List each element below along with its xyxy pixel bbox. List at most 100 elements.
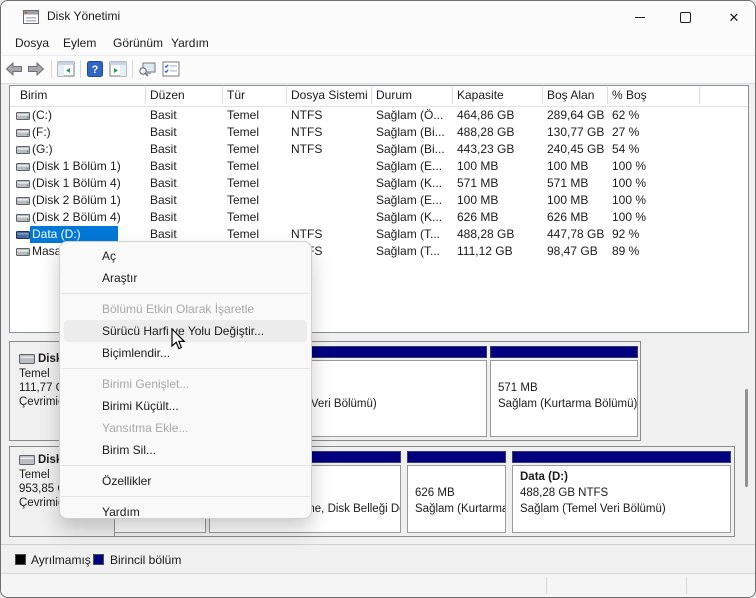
maximize-button[interactable] [663, 1, 707, 33]
col-header-durum[interactable]: Durum [376, 88, 412, 102]
disk-icon [19, 354, 35, 364]
show-action-pane-icon[interactable] [109, 60, 127, 78]
back-icon[interactable] [5, 60, 23, 78]
volume-capacity: 464,86 GB [457, 108, 514, 122]
menu-item-help[interactable]: Yardım [64, 501, 307, 523]
volume-status: Sağlam (E... [376, 193, 442, 207]
volume-type: Temel [227, 108, 259, 122]
volume-status: Sağlam (K... [376, 176, 442, 190]
volume-status: Sağlam (K... [376, 210, 442, 224]
menu-bar: Dosya Eylem Görünüm Yardım [1, 33, 755, 56]
menu-item-delete-volume[interactable]: Birim Sil... [64, 439, 307, 461]
menu-help[interactable]: Yardım [171, 36, 209, 50]
disk1-partition-3[interactable]: 571 MB Sağlam (Kurtarma Bölümü) [490, 346, 638, 437]
volume-free: 289,64 GB [547, 108, 604, 122]
table-row[interactable]: (Disk 2 Bölüm 4) Basit Temel Sağlam (K..… [10, 209, 748, 226]
status-divider [686, 577, 687, 594]
partition-line: Sağlam (Kurtarma Bölümü) [498, 398, 637, 410]
column-divider[interactable] [452, 87, 453, 104]
minimize-icon [635, 17, 645, 18]
rescan-disks-icon[interactable] [138, 60, 156, 78]
volume-name: (C:) [32, 108, 52, 122]
volume-free: 626 MB [547, 210, 588, 224]
menu-item-mark-partition-active: Bölümü Etkin Olarak İşaretle [64, 298, 307, 320]
column-divider[interactable] [699, 87, 700, 104]
volume-icon [16, 213, 30, 223]
col-header-duzen[interactable]: Düzen [150, 88, 185, 102]
volume-pct-free: 89 % [612, 244, 639, 258]
volume-status: Sağlam (Ö... [376, 108, 443, 122]
volume-name: (G:) [32, 142, 53, 156]
menu-separator [61, 465, 310, 466]
col-header-birim[interactable]: Birim [20, 88, 47, 102]
volume-pct-free: 54 % [612, 142, 639, 156]
properties-icon[interactable] [162, 60, 180, 78]
col-header-dosya[interactable]: Dosya Sistemi [291, 88, 368, 102]
volume-icon [16, 111, 30, 121]
close-button[interactable]: ✕ [712, 1, 756, 33]
vertical-scrollbar[interactable] [745, 389, 748, 487]
volume-name: (Disk 2 Bölüm 4) [32, 210, 121, 224]
table-row[interactable]: (Disk 1 Bölüm 1) Basit Temel Sağlam (E..… [10, 158, 748, 175]
menu-view[interactable]: Görünüm [113, 36, 163, 50]
volume-pct-free: 100 % [612, 176, 646, 190]
volume-type: Temel [227, 142, 259, 156]
primary-partition-swatch [93, 554, 104, 565]
menu-item-shrink-volume[interactable]: Birimi Küçült... [64, 395, 307, 417]
show-console-tree-icon[interactable] [57, 60, 75, 78]
app-icon [23, 10, 39, 24]
column-divider[interactable] [286, 87, 287, 104]
column-divider[interactable] [222, 87, 223, 104]
table-row[interactable]: (Disk 2 Bölüm 1) Basit Temel Sağlam (E..… [10, 192, 748, 209]
forward-icon[interactable] [27, 60, 45, 78]
primary-partition-bar [407, 451, 506, 463]
col-header-bos[interactable]: % Boş [612, 88, 647, 102]
volume-layout: Basit [150, 193, 177, 207]
volume-free: 98,47 GB [547, 244, 598, 258]
menu-item-properties[interactable]: Özellikler [64, 470, 307, 492]
volume-icon [16, 230, 30, 240]
menu-action[interactable]: Eylem [63, 36, 96, 50]
table-row[interactable]: (G:) Basit Temel NTFS Sağlam (Bi... 443,… [10, 141, 748, 158]
partition-volume-label: Data (D:) [520, 471, 568, 483]
menu-separator [61, 368, 310, 369]
col-header-kapasite[interactable]: Kapasite [457, 88, 504, 102]
menu-file[interactable]: Dosya [15, 36, 49, 50]
disk2-partition-data[interactable]: Data (D:) 488,28 GB NTFS Sağlam (Temel V… [512, 451, 731, 533]
table-row[interactable]: (F:) Basit Temel NTFS Sağlam (Bi... 488,… [10, 124, 748, 141]
disk2-partition-3[interactable]: 626 MB Sağlam (Kurtarma Bölümü) [407, 451, 506, 533]
column-divider[interactable] [607, 87, 608, 104]
col-header-bosalan[interactable]: Boş Alan [547, 88, 594, 102]
col-header-tur[interactable]: Tür [227, 88, 245, 102]
table-row[interactable]: (C:) Basit Temel NTFS Sağlam (Ö... 464,8… [10, 107, 748, 124]
volume-capacity: 100 MB [457, 159, 498, 173]
disk1-type: Temel [19, 368, 50, 380]
title-bar: Disk Yönetimi ✕ [1, 1, 755, 33]
volume-icon [16, 162, 30, 172]
volume-name: (F:) [32, 125, 51, 139]
menu-item-explore[interactable]: Araştır [64, 267, 307, 289]
volume-layout: Basit [150, 125, 177, 139]
partition-line: 571 MB [498, 382, 538, 394]
volume-capacity: 626 MB [457, 210, 498, 224]
toolbar-separator [132, 60, 133, 78]
volume-layout: Basit [150, 142, 177, 156]
toolbar-separator [80, 60, 81, 78]
column-divider[interactable] [371, 87, 372, 104]
volume-type: Temel [227, 227, 259, 241]
disk-management-window: Disk Yönetimi ✕ Dosya Eylem Görünüm Yard… [0, 0, 756, 598]
menu-item-open[interactable]: Aç [64, 245, 307, 267]
column-divider[interactable] [542, 87, 543, 104]
help-icon[interactable]: ? [86, 60, 104, 78]
status-divider [546, 577, 547, 594]
volume-pct-free: 92 % [612, 227, 639, 241]
volume-pct-free: 62 % [612, 108, 639, 122]
volume-type: Temel [227, 125, 259, 139]
table-row[interactable]: (Disk 1 Bölüm 4) Basit Temel Sağlam (K..… [10, 175, 748, 192]
volume-capacity: 488,28 GB [457, 227, 514, 241]
minimize-button[interactable] [618, 1, 662, 33]
volume-capacity: 443,23 GB [457, 142, 514, 156]
volume-capacity: 111,12 GB [457, 244, 513, 258]
column-divider[interactable] [145, 87, 146, 104]
window-title: Disk Yönetimi [47, 9, 120, 23]
